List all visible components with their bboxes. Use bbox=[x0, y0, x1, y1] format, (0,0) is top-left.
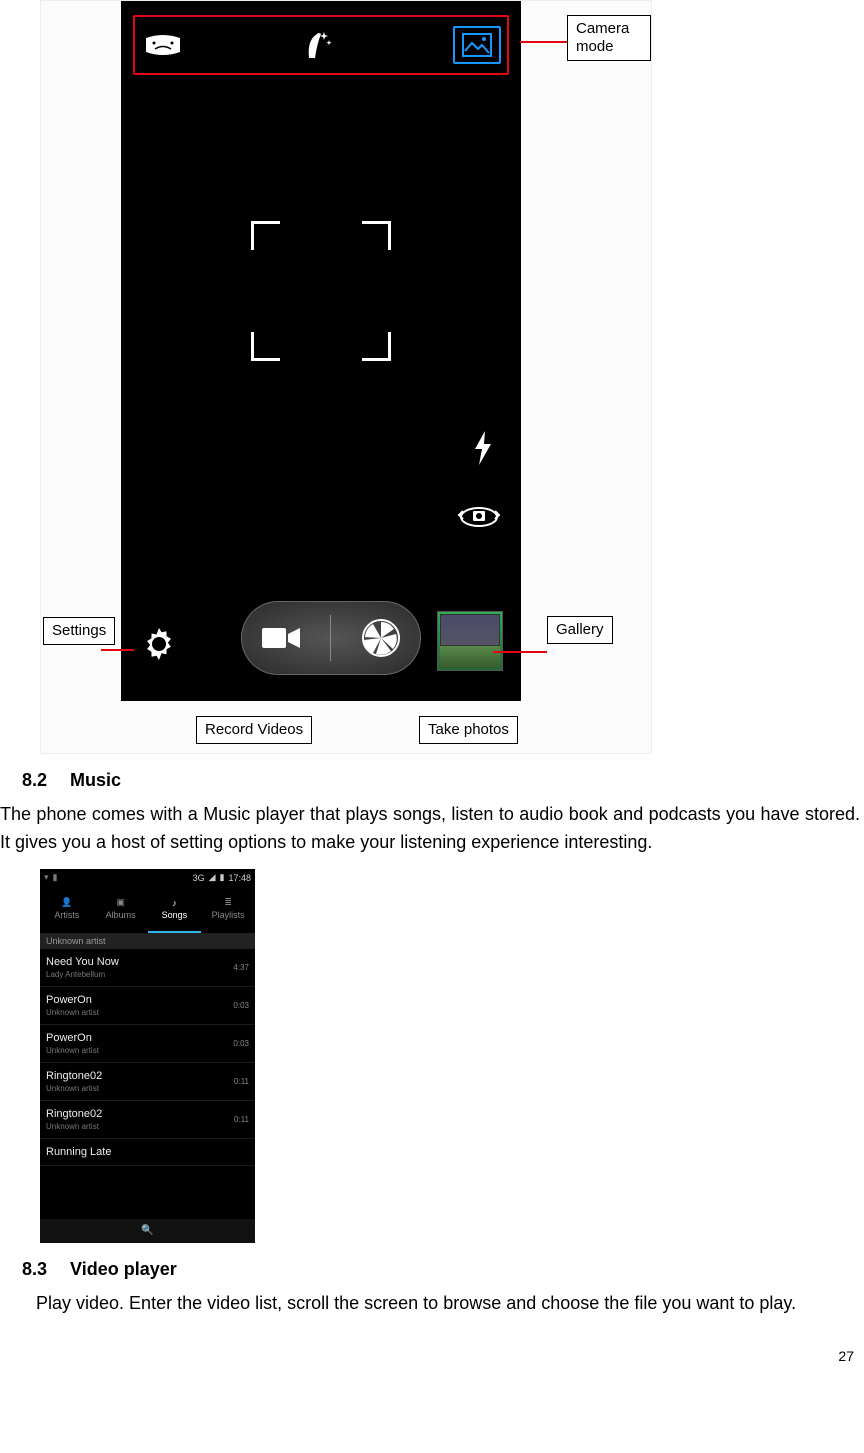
signal-icon: ◢ bbox=[209, 872, 216, 883]
song-row[interactable]: Ringtone02 Unknown artist 0:11 bbox=[40, 1063, 255, 1101]
label-settings: Settings bbox=[43, 617, 115, 645]
battery-icon: ▮ bbox=[220, 872, 225, 883]
flash-icon[interactable] bbox=[473, 431, 493, 473]
songs-group-header: Unknown artist bbox=[40, 933, 255, 949]
mute-icon: ▮ bbox=[53, 872, 58, 883]
heading-music: 8.2 Music bbox=[22, 770, 864, 791]
para-music: The phone comes with a Music player that… bbox=[0, 801, 860, 857]
take-photo-button[interactable] bbox=[351, 615, 411, 661]
label-take-photos: Take photos bbox=[419, 716, 518, 744]
label-camera-mode: Camera mode bbox=[567, 15, 651, 61]
song-row[interactable]: PowerOn Unknown artist 0:03 bbox=[40, 1025, 255, 1063]
focus-frame bbox=[251, 221, 391, 361]
label-record-videos: Record Videos bbox=[196, 716, 312, 744]
song-row[interactable]: Need You Now Lady Antebellum 4:37 bbox=[40, 949, 255, 987]
tab-artists[interactable]: 👤 Artists bbox=[40, 887, 94, 933]
artists-icon: 👤 bbox=[61, 897, 72, 908]
heading-video: 8.3 Video player bbox=[22, 1259, 864, 1280]
playlists-icon: ≣ bbox=[224, 897, 232, 908]
camera-screenshot: Camera mode Settings Gallery Record Vide… bbox=[40, 0, 652, 754]
songs-icon: ♪ bbox=[172, 898, 177, 908]
network-label: 3G bbox=[193, 873, 205, 883]
clock: 17:48 bbox=[228, 873, 251, 883]
beauty-mode-icon[interactable] bbox=[297, 28, 341, 62]
music-screenshot: ▾ ▮ 3G ◢ ▮ 17:48 👤 Artists ▣ Albums ♪ So… bbox=[40, 869, 255, 1243]
gallery-thumbnail[interactable] bbox=[437, 611, 503, 671]
song-row[interactable]: PowerOn Unknown artist 0:03 bbox=[40, 987, 255, 1025]
camera-settings-icon[interactable] bbox=[141, 626, 177, 671]
capture-controls bbox=[241, 601, 421, 675]
wifi-icon: ▾ bbox=[44, 872, 49, 883]
camera-viewfinder bbox=[121, 1, 521, 701]
photo-mode-icon[interactable] bbox=[453, 26, 501, 64]
albums-icon: ▣ bbox=[116, 897, 125, 908]
tab-playlists[interactable]: ≣ Playlists bbox=[201, 887, 255, 933]
tab-songs[interactable]: ♪ Songs bbox=[148, 887, 202, 933]
music-tabs: 👤 Artists ▣ Albums ♪ Songs ≣ Playlists bbox=[40, 887, 255, 933]
tab-albums[interactable]: ▣ Albums bbox=[94, 887, 148, 933]
song-row[interactable]: Ringtone02 Unknown artist 0:11 bbox=[40, 1101, 255, 1139]
page-number: 27 bbox=[838, 1348, 854, 1364]
para-video: Play video. Enter the video list, scroll… bbox=[0, 1290, 860, 1318]
song-row[interactable]: Running Late bbox=[40, 1139, 255, 1166]
music-search-bar[interactable]: 🔍 bbox=[40, 1219, 255, 1243]
search-icon: 🔍 bbox=[141, 1225, 153, 1236]
status-bar: ▾ ▮ 3G ◢ ▮ 17:48 bbox=[40, 869, 255, 887]
label-gallery: Gallery bbox=[547, 616, 613, 644]
record-video-button[interactable] bbox=[251, 615, 311, 661]
panorama-mode-icon[interactable] bbox=[141, 28, 185, 62]
camera-mode-bar[interactable] bbox=[133, 15, 509, 75]
switch-camera-icon[interactable] bbox=[457, 501, 501, 525]
